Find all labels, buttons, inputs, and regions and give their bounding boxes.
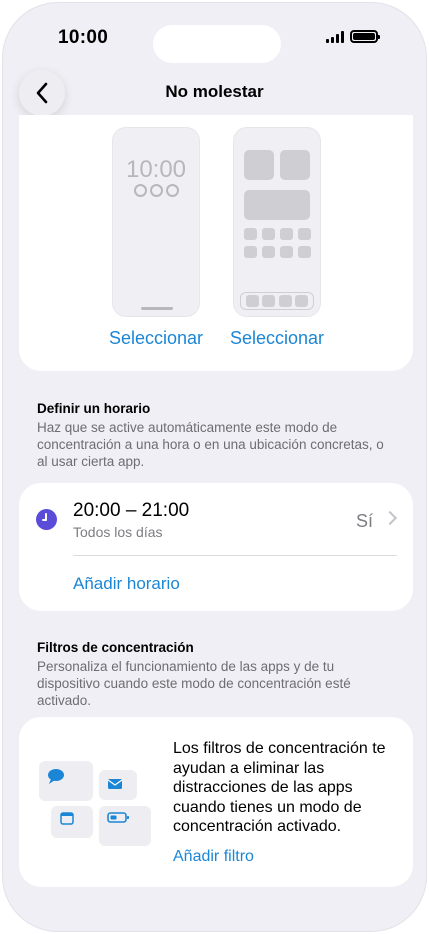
app-icon [298,246,311,258]
app-icon [262,228,275,240]
lock-screen-preview[interactable]: 10:00 [112,127,200,317]
clock-icon [36,509,57,530]
battery-icon [350,30,380,43]
dynamic-island [153,25,281,63]
status-icons [326,30,380,43]
schedule-status: Sí [355,511,373,531]
page-title: No molestar [165,82,264,101]
chevron-right-icon[interactable] [382,510,398,526]
lock-screen-widgets-icon [113,184,199,197]
lock-screen-time: 10:00 [125,156,187,183]
app-icon [280,228,293,240]
app-icon [298,228,311,240]
cellular-signal-icon [326,30,344,43]
filters-card: Los filtros de concentración te ayudan a… [19,717,413,887]
status-time: 10:00 [58,27,109,48]
mail-icon [99,770,137,800]
app-icon [244,246,257,258]
app-icon [262,246,275,258]
filters-section-description: Personaliza el funcionamiento de las app… [37,659,351,708]
add-schedule-button[interactable]: Añadir horario [73,574,180,594]
schedule-section-description: Haz que se active automáticamente este m… [37,420,384,469]
schedule-card: 20:00 – 21:00 Todos los días Sí Añadir h… [19,483,413,611]
add-filter-button[interactable]: Añadir filtro [173,848,254,866]
widget-icon [244,150,274,180]
phone-screen: 10:00 No molestar 10:00 Seleccionar Sele… [2,2,427,932]
screens-card: 10:00 Seleccionar Seleccionar [19,115,413,371]
filters-section-title: Filtros de concentración [37,640,194,655]
app-icon [280,246,293,258]
divider [73,555,397,556]
calendar-icon [51,806,93,838]
message-bubble-icon [39,761,93,801]
widget-icon [244,190,310,220]
schedule-section-title: Definir un horario [37,401,151,416]
battery-widget-icon [99,806,151,846]
dock-icon [240,292,314,310]
home-screen-preview[interactable] [233,127,321,317]
filters-explanation: Los filtros de concentración te ayudan a… [173,740,386,835]
schedule-time-range[interactable]: 20:00 – 21:00 [73,500,189,522]
app-icon [244,228,257,240]
nav-bar: No molestar [3,63,426,119]
schedule-days: Todos los días [73,524,163,540]
widget-icon [280,150,310,180]
select-home-screen-button[interactable]: Seleccionar [230,328,324,349]
home-indicator [141,307,173,310]
select-lock-screen-button[interactable]: Seleccionar [109,328,203,349]
